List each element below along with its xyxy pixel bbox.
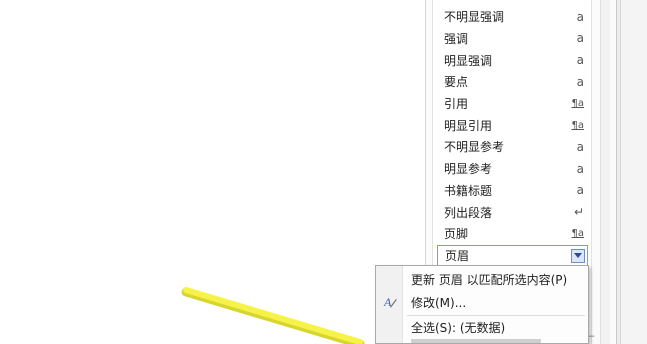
style-item-selected[interactable]: 页眉 xyxy=(437,245,588,267)
context-menu: 更新 页眉 以匹配所选内容(P) A 修改(M)... 全选(S): (无数据) xyxy=(375,265,589,344)
character-style-icon: a xyxy=(576,31,584,46)
style-item[interactable]: 书籍标题 a xyxy=(437,180,588,202)
linked-style-icon: ¶a xyxy=(571,119,585,131)
style-item-cut[interactable] xyxy=(437,0,588,6)
style-item-label: 明显参考 xyxy=(444,162,493,177)
style-item[interactable]: 强调 a xyxy=(437,28,588,50)
style-item-label: 列出段落 xyxy=(444,205,493,220)
style-item[interactable]: 明显引用 ¶a xyxy=(437,115,588,137)
style-item[interactable]: 不明显强调 a xyxy=(437,6,588,28)
linked-style-icon: ¶a xyxy=(571,228,585,240)
style-item-label: 书籍标题 xyxy=(444,183,493,198)
menu-item-label: 更新 页眉 以匹配所选内容(P) xyxy=(411,272,568,287)
style-item[interactable]: 引用 ¶a xyxy=(437,93,588,115)
character-style-icon: a xyxy=(576,9,584,24)
style-item-label: 强调 xyxy=(444,31,469,46)
character-style-icon: a xyxy=(576,161,584,176)
menu-item-label: 全选(S): (无数据) xyxy=(411,320,506,335)
menu-item-select-all[interactable]: 全选(S): (无数据) xyxy=(376,316,588,338)
dropdown-arrow-icon[interactable] xyxy=(571,248,585,263)
style-item[interactable]: 明显强调 a xyxy=(437,49,588,71)
style-item-label: 页眉 xyxy=(445,249,470,264)
outer-side-panel-inner xyxy=(620,0,647,344)
style-item-label: 不明显强调 xyxy=(444,10,505,25)
style-item-label: 明显引用 xyxy=(444,118,493,133)
style-item-label: 要点 xyxy=(444,75,469,90)
style-item-label: 明显强调 xyxy=(444,53,493,68)
linked-style-icon: ¶a xyxy=(571,98,585,110)
paragraph-style-icon: ↵ xyxy=(573,205,584,220)
style-item[interactable]: 明显参考 a xyxy=(437,158,588,180)
style-item[interactable]: 页脚 ¶a xyxy=(437,223,588,245)
menu-item-label: 修改(M)... xyxy=(411,295,467,310)
character-style-icon: a xyxy=(576,53,584,68)
menu-item-update-to-match[interactable]: 更新 页眉 以匹配所选内容(P) xyxy=(376,268,588,290)
modify-style-icon: A xyxy=(376,295,403,309)
style-item[interactable]: 要点 a xyxy=(437,71,588,93)
menu-item-cut-off[interactable] xyxy=(411,338,571,344)
menu-item-modify[interactable]: A 修改(M)... xyxy=(376,291,588,313)
style-item[interactable]: 不明显参考 a xyxy=(437,136,588,158)
style-item-label: 不明显参考 xyxy=(444,140,505,155)
character-style-icon: a xyxy=(576,183,584,198)
styles-pane-scrollbar[interactable] xyxy=(600,0,610,344)
character-style-icon: a xyxy=(576,139,584,154)
style-item[interactable]: 列出段落 ↵ xyxy=(437,201,588,223)
character-style-icon: a xyxy=(576,74,584,89)
style-item-label: 页脚 xyxy=(444,227,469,242)
style-item-label: 引用 xyxy=(444,97,469,112)
